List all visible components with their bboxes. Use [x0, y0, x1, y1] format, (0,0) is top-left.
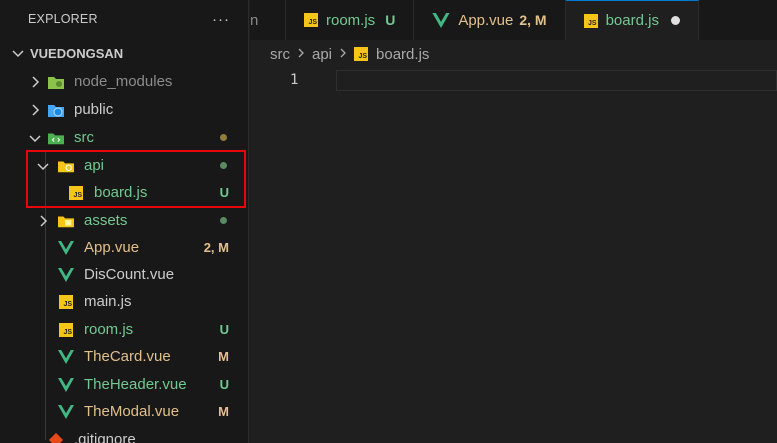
modified-badge: 2, M: [519, 12, 547, 28]
tree-item-label: App.vue: [84, 239, 140, 256]
breadcrumb-item[interactable]: api: [312, 46, 332, 63]
tree-item-room-js[interactable]: JS room.js U: [0, 316, 248, 343]
tree-item-app-vue[interactable]: App.vue 2, M: [0, 234, 248, 261]
untracked-badge: U: [219, 322, 229, 337]
tree-item-src[interactable]: src: [0, 124, 248, 151]
javascript-file-icon: JS: [58, 294, 74, 310]
javascript-file-icon: JS: [58, 322, 74, 338]
tree-item-gitignore[interactable]: .gitignore: [0, 426, 248, 443]
javascript-file-icon: JS: [304, 13, 318, 27]
project-name: VUEDONGSAN: [30, 45, 124, 61]
tree-item-label: TheCard.vue: [84, 348, 171, 365]
tree-item-label: node_modules: [74, 73, 173, 90]
tree-item-discount-vue[interactable]: DisCount.vue: [0, 261, 248, 288]
globe-folder-icon: [48, 102, 64, 118]
chevron-right-icon: [296, 47, 306, 62]
tree-item-label: public: [74, 101, 114, 118]
tree-item-label: src: [74, 129, 94, 146]
breadcrumb-item[interactable]: board.js: [376, 46, 429, 63]
chevron-right-icon: [338, 47, 348, 62]
tab-label: board.js: [605, 12, 659, 29]
current-line-highlight: [336, 70, 777, 91]
git-file-icon: [48, 432, 64, 443]
unsaved-dot-icon[interactable]: [670, 16, 680, 25]
untracked-badge: U: [385, 12, 396, 28]
modified-badge: 2, M: [203, 240, 229, 255]
tab-room-js[interactable]: JS room.js U: [286, 0, 415, 40]
breadcrumb-item[interactable]: src: [270, 46, 290, 63]
tree-item-themodal-vue[interactable]: TheModal.vue M: [0, 398, 248, 425]
explorer-title: EXPLORER: [28, 12, 98, 26]
vue-file-icon: [58, 240, 74, 256]
chevron-down-icon: [12, 50, 24, 58]
tree-item-label: DisCount.vue: [84, 266, 175, 283]
node-folder-icon: [48, 74, 64, 90]
tree-item-public[interactable]: public: [0, 96, 248, 123]
code-editor[interactable]: 1: [250, 68, 777, 443]
untracked-badge: U: [219, 377, 229, 392]
javascript-file-icon: JS: [583, 13, 598, 28]
chevron-right-icon: [32, 75, 40, 88]
modified-dot: [220, 134, 227, 141]
tree-item-assets[interactable]: assets: [0, 207, 248, 234]
vue-file-icon: [432, 12, 450, 28]
tab-board-js[interactable]: JS board.js: [565, 0, 699, 40]
chevron-down-icon: [29, 134, 41, 142]
chevron-right-icon: [32, 103, 40, 116]
vue-file-icon: [58, 404, 74, 420]
tree-item-label: .gitignore: [74, 431, 136, 443]
breadcrumb: src api JS board.js: [250, 40, 777, 68]
vue-file-icon: [58, 349, 74, 365]
tab-label: n: [250, 11, 259, 29]
annotation-highlight-box: [26, 150, 246, 208]
tab-app-vue[interactable]: App.vue 2, M: [414, 0, 566, 40]
tree-item-thecard-vue[interactable]: TheCard.vue M: [0, 343, 248, 370]
explorer-sidebar: EXPLORER ··· VUEDONGSAN node_modules pub…: [0, 0, 249, 443]
explorer-header: EXPLORER ···: [0, 0, 248, 38]
modified-badge: M: [218, 349, 229, 364]
more-actions-icon[interactable]: ···: [212, 11, 230, 28]
tree-item-label: TheHeader.vue: [84, 376, 187, 393]
source-folder-icon: [48, 130, 64, 146]
vue-file-icon: [58, 377, 74, 393]
tab-label: room.js: [326, 11, 376, 29]
line-number: 1: [290, 72, 299, 88]
tab-label: App.vue: [458, 11, 514, 29]
tree-item-label: main.js: [84, 293, 132, 310]
tree-item-label: room.js: [84, 321, 134, 338]
tree-item-main-js[interactable]: JS main.js: [0, 288, 248, 315]
untracked-dot: [220, 217, 227, 224]
chevron-right-icon: [40, 214, 48, 227]
tree-item-theheader-vue[interactable]: TheHeader.vue U: [0, 371, 248, 398]
assets-folder-icon: [58, 213, 74, 229]
tree-item-label: assets: [84, 212, 128, 229]
modified-badge: M: [218, 404, 229, 419]
tab-partial[interactable]: n: [250, 0, 286, 40]
project-root-folder[interactable]: VUEDONGSAN: [0, 38, 248, 68]
vue-file-icon: [58, 267, 74, 283]
javascript-file-icon: JS: [354, 47, 369, 61]
editor-tab-bar: n JS room.js U App.vue 2, M JS board.js: [250, 0, 777, 40]
tree-item-label: TheModal.vue: [84, 403, 180, 420]
tree-item-node-modules[interactable]: node_modules: [0, 68, 248, 95]
